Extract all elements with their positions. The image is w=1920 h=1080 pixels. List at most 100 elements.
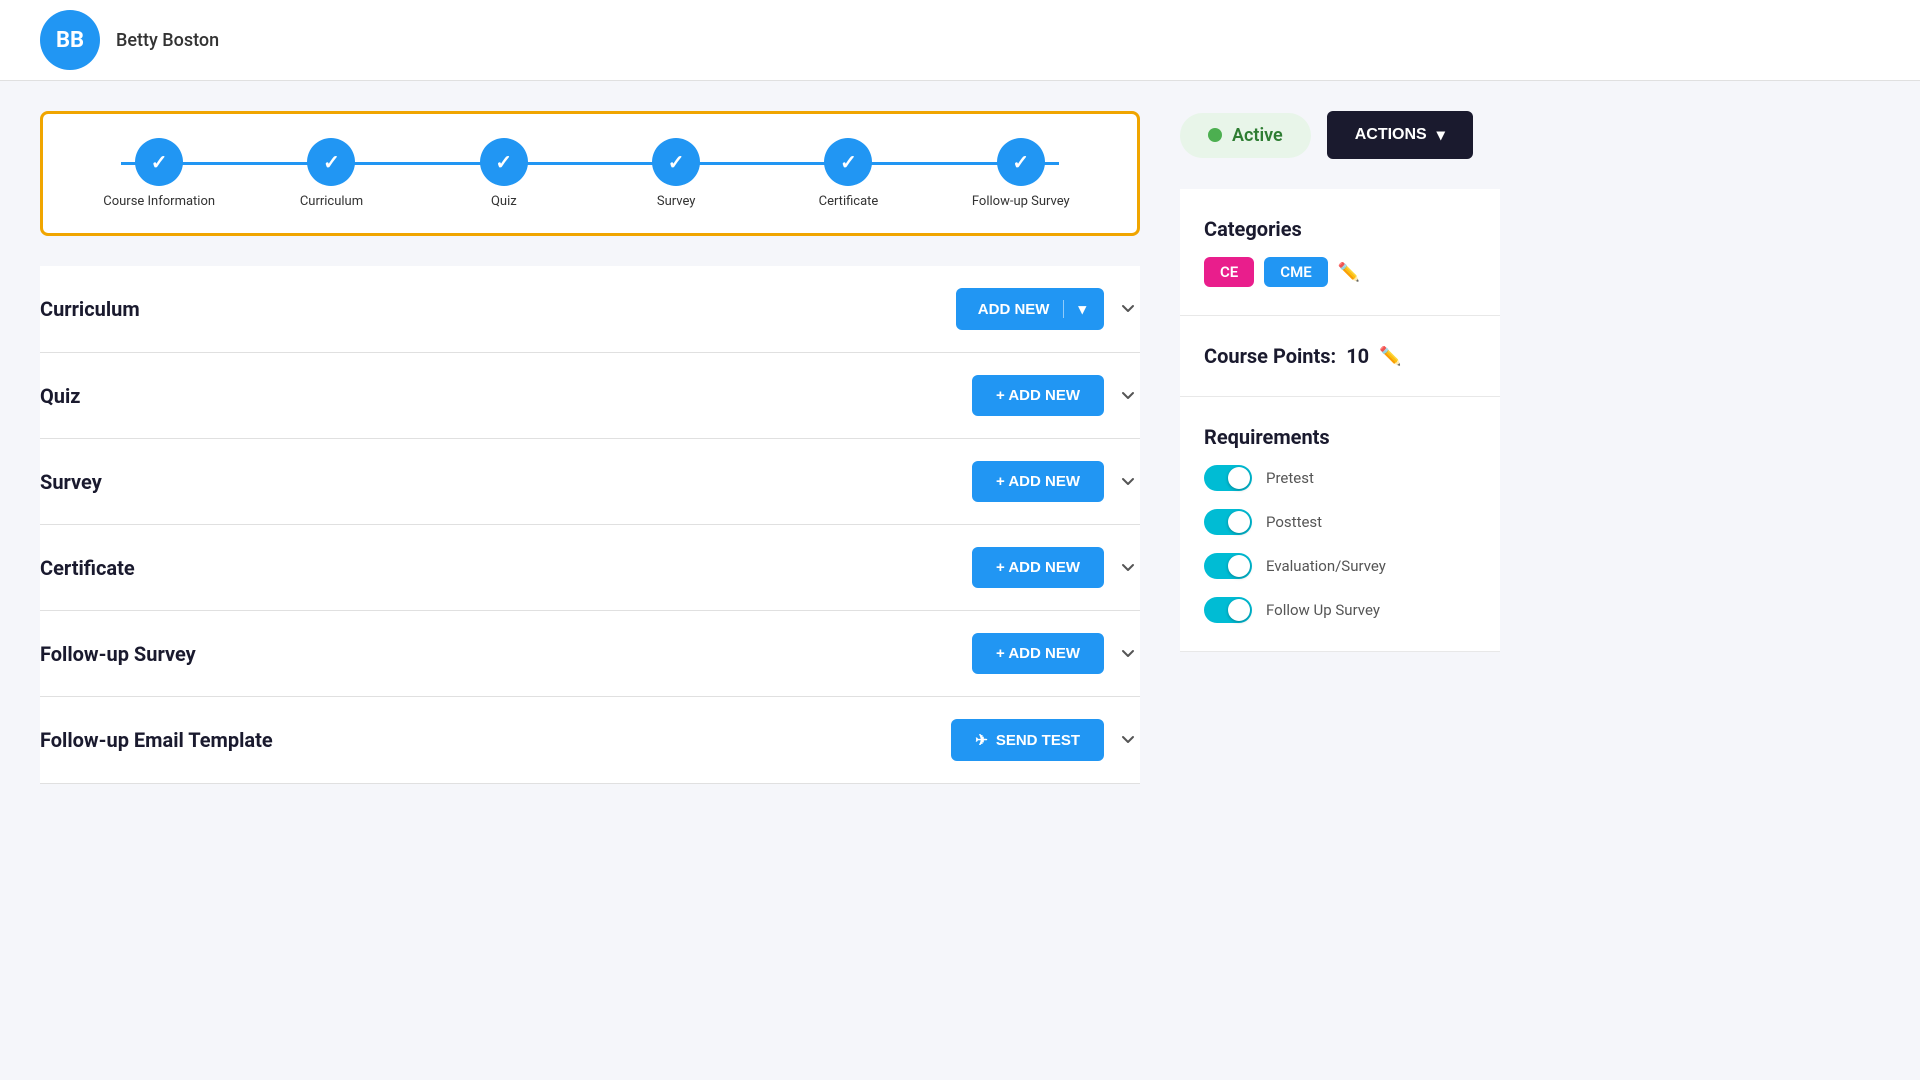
requirement-posttest: Posttest bbox=[1204, 509, 1476, 535]
dropdown-divider bbox=[1063, 300, 1064, 318]
section-title-certificate: Certificate bbox=[40, 556, 135, 580]
actions-dropdown-icon: ▾ bbox=[1437, 125, 1445, 145]
step-label-course-info: Course Information bbox=[103, 194, 215, 209]
add-new-label-survey: + ADD NEW bbox=[996, 473, 1080, 490]
add-new-label-followup-survey: + ADD NEW bbox=[996, 645, 1080, 662]
section-right-survey: + ADD NEW bbox=[972, 461, 1140, 502]
user-name: Betty Boston bbox=[116, 30, 219, 51]
send-test-label: SEND TEST bbox=[996, 732, 1080, 749]
step-circle-certificate: ✓ bbox=[824, 138, 872, 186]
add-new-label-certificate: + ADD NEW bbox=[996, 559, 1080, 576]
step-circle-curriculum: ✓ bbox=[307, 138, 355, 186]
expand-icon-quiz[interactable] bbox=[1116, 384, 1140, 408]
requirement-evaluation-survey: Evaluation/Survey bbox=[1204, 553, 1476, 579]
stepper-wrapper: ✓ Course Information ✓ Curriculum ✓ Quiz… bbox=[40, 111, 1140, 236]
step-circle-followup-survey: ✓ bbox=[997, 138, 1045, 186]
step-label-survey: Survey bbox=[657, 194, 696, 209]
step-label-quiz: Quiz bbox=[491, 194, 517, 209]
course-points-edit-icon[interactable]: ✏️ bbox=[1379, 346, 1401, 367]
toggle-pretest[interactable] bbox=[1204, 465, 1252, 491]
status-dot bbox=[1208, 128, 1222, 142]
status-actions-bar: Active ACTIONS ▾ bbox=[1180, 111, 1500, 159]
requirement-label-evaluation-survey: Evaluation/Survey bbox=[1266, 557, 1386, 575]
section-right-followup-survey: + ADD NEW bbox=[972, 633, 1140, 674]
requirements-title: Requirements bbox=[1204, 425, 1476, 449]
toggle-evaluation-survey[interactable] bbox=[1204, 553, 1252, 579]
send-test-button[interactable]: ✈ SEND TEST bbox=[951, 719, 1104, 761]
main-layout: ✓ Course Information ✓ Curriculum ✓ Quiz… bbox=[0, 81, 1920, 814]
actions-button-label: ACTIONS bbox=[1355, 126, 1427, 144]
categories-edit-icon[interactable]: ✏️ bbox=[1338, 262, 1360, 283]
toggle-followup-survey[interactable] bbox=[1204, 597, 1252, 623]
expand-icon-certificate[interactable] bbox=[1116, 556, 1140, 580]
section-followup-email: Follow-up Email Template ✈ SEND TEST bbox=[40, 697, 1140, 784]
add-new-button-quiz[interactable]: + ADD NEW bbox=[972, 375, 1104, 416]
step-circle-survey: ✓ bbox=[652, 138, 700, 186]
stepper-step-followup-survey[interactable]: ✓ Follow-up Survey bbox=[935, 138, 1107, 209]
expand-icon-followup-survey[interactable] bbox=[1116, 642, 1140, 666]
add-new-button-certificate[interactable]: + ADD NEW bbox=[972, 547, 1104, 588]
section-right-certificate: + ADD NEW bbox=[972, 547, 1140, 588]
toggle-knob-posttest bbox=[1228, 511, 1250, 533]
section-certificate: Certificate + ADD NEW bbox=[40, 525, 1140, 611]
stepper-step-course-info[interactable]: ✓ Course Information bbox=[73, 138, 245, 209]
section-title-quiz: Quiz bbox=[40, 384, 80, 408]
category-tag-cme: CME bbox=[1264, 257, 1327, 287]
actions-button[interactable]: ACTIONS ▾ bbox=[1327, 111, 1473, 159]
requirement-label-followup-survey: Follow Up Survey bbox=[1266, 601, 1380, 619]
step-label-followup-survey: Follow-up Survey bbox=[972, 194, 1070, 209]
toggle-knob-followup-survey bbox=[1228, 599, 1250, 621]
avatar: BB bbox=[40, 10, 100, 70]
category-tag-ce: CE bbox=[1204, 257, 1254, 287]
toggle-posttest[interactable] bbox=[1204, 509, 1252, 535]
categories-title: Categories bbox=[1204, 217, 1476, 241]
expand-icon-followup-email[interactable] bbox=[1116, 728, 1140, 752]
expand-icon-curriculum[interactable] bbox=[1116, 297, 1140, 321]
stepper: ✓ Course Information ✓ Curriculum ✓ Quiz… bbox=[73, 138, 1107, 209]
section-followup-survey: Follow-up Survey + ADD NEW bbox=[40, 611, 1140, 697]
section-curriculum: Curriculum ADD NEW ▾ bbox=[40, 266, 1140, 353]
content-area: ✓ Course Information ✓ Curriculum ✓ Quiz… bbox=[40, 111, 1140, 784]
send-icon: ✈ bbox=[975, 731, 988, 749]
stepper-step-curriculum[interactable]: ✓ Curriculum bbox=[245, 138, 417, 209]
status-label: Active bbox=[1232, 125, 1283, 146]
add-new-dropdown-button-curriculum[interactable]: ADD NEW ▾ bbox=[956, 288, 1104, 330]
section-right-curriculum: ADD NEW ▾ bbox=[956, 288, 1140, 330]
requirement-followup-survey: Follow Up Survey bbox=[1204, 597, 1476, 623]
course-points-label: Course Points: bbox=[1204, 344, 1336, 368]
section-quiz: Quiz + ADD NEW bbox=[40, 353, 1140, 439]
stepper-step-survey[interactable]: ✓ Survey bbox=[590, 138, 762, 209]
categories-row: CE CME ✏️ bbox=[1204, 257, 1476, 287]
requirement-label-pretest: Pretest bbox=[1266, 469, 1314, 487]
section-title-curriculum: Curriculum bbox=[40, 297, 140, 321]
toggle-knob-pretest bbox=[1228, 467, 1250, 489]
add-new-dropdown-label-curriculum: ADD NEW bbox=[978, 301, 1050, 318]
course-points-row: Course Points: 10 ✏️ bbox=[1204, 344, 1476, 368]
avatar-initials: BB bbox=[56, 28, 84, 53]
add-new-label-quiz: + ADD NEW bbox=[996, 387, 1080, 404]
sidebar: Active ACTIONS ▾ Categories CE CME ✏️ Co… bbox=[1180, 111, 1500, 784]
step-circle-quiz: ✓ bbox=[480, 138, 528, 186]
requirement-pretest: Pretest bbox=[1204, 465, 1476, 491]
expand-icon-survey[interactable] bbox=[1116, 470, 1140, 494]
toggle-knob-evaluation-survey bbox=[1228, 555, 1250, 577]
stepper-step-quiz[interactable]: ✓ Quiz bbox=[418, 138, 590, 209]
top-bar: BB Betty Boston bbox=[0, 0, 1920, 81]
section-title-survey: Survey bbox=[40, 470, 102, 494]
dropdown-arrow-icon: ▾ bbox=[1078, 300, 1086, 318]
step-circle-course-info: ✓ bbox=[135, 138, 183, 186]
add-new-button-survey[interactable]: + ADD NEW bbox=[972, 461, 1104, 502]
step-label-curriculum: Curriculum bbox=[300, 194, 363, 209]
section-title-followup-survey: Follow-up Survey bbox=[40, 642, 196, 666]
step-label-certificate: Certificate bbox=[819, 194, 879, 209]
section-survey: Survey + ADD NEW bbox=[40, 439, 1140, 525]
stepper-step-certificate[interactable]: ✓ Certificate bbox=[762, 138, 934, 209]
requirements-card: Requirements Pretest Posttest bbox=[1180, 397, 1500, 652]
course-points-card: Course Points: 10 ✏️ bbox=[1180, 316, 1500, 397]
course-points-value: 10 bbox=[1346, 344, 1369, 368]
add-new-button-followup-survey[interactable]: + ADD NEW bbox=[972, 633, 1104, 674]
section-title-followup-email: Follow-up Email Template bbox=[40, 728, 273, 752]
section-right-quiz: + ADD NEW bbox=[972, 375, 1140, 416]
requirements-list: Pretest Posttest Evaluation/Survey bbox=[1204, 465, 1476, 623]
categories-card: Categories CE CME ✏️ bbox=[1180, 189, 1500, 316]
